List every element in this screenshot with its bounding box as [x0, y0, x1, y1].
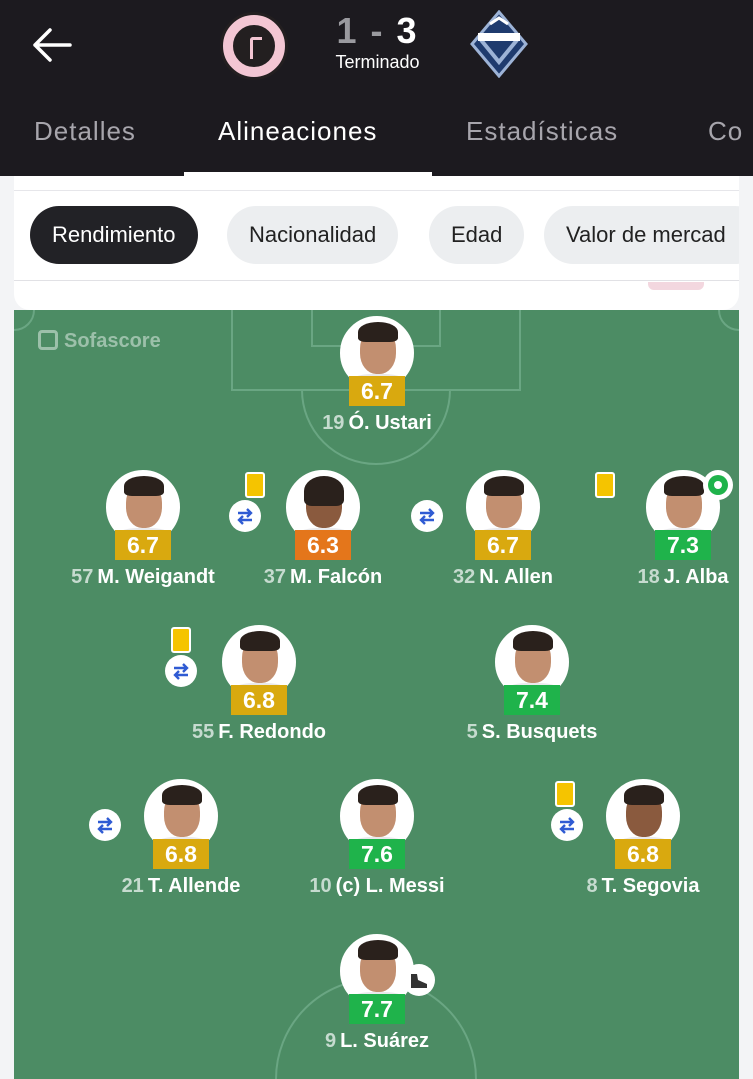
yellow-card-icon — [595, 472, 615, 498]
player-card[interactable]: 6.8 55 F. Redondo — [159, 625, 359, 745]
substitution-icon — [89, 809, 121, 841]
player-name-line: 18 J. Alba — [543, 566, 739, 589]
tab-details[interactable]: Detalles — [34, 116, 136, 147]
player-card[interactable]: 7.6 10 (c) L. Messi — [277, 779, 477, 899]
tab-commentary[interactable]: Co — [708, 116, 743, 147]
goal-icon — [703, 470, 733, 500]
player-card[interactable]: 6.8 8 T. Segovia — [543, 779, 739, 899]
player-number: 18 — [637, 566, 660, 588]
player-number: 8 — [586, 875, 598, 897]
sofascore-logo-icon — [38, 330, 58, 350]
tab-lineups[interactable]: Alineaciones — [218, 116, 377, 147]
away-score: 3 — [396, 10, 419, 51]
filter-card: Rendimiento Nacionalidad Edad Valor de m… — [14, 176, 739, 310]
tab-statistics[interactable]: Estadísticas — [466, 116, 618, 147]
player-name: Ó. Ustari — [348, 412, 432, 434]
player-name: T. Allende — [147, 875, 241, 897]
substitution-icon — [551, 809, 583, 841]
player-rating: 6.7 — [115, 530, 171, 560]
player-name-line: 9 L. Suárez — [237, 1030, 517, 1053]
player-card[interactable]: 7.4 5 S. Busquets — [432, 625, 632, 745]
kit-tab-icon — [648, 282, 704, 290]
match-status: Terminado — [335, 52, 420, 72]
player-name-line: 8 T. Segovia — [503, 875, 739, 898]
match-header: 1 - 3 Terminado Detalles Alineaciones Es… — [0, 0, 753, 176]
back-arrow-icon[interactable] — [30, 26, 72, 64]
substitution-icon — [411, 500, 443, 532]
player-name: (c) L. Messi — [335, 875, 445, 897]
yellow-card-icon — [171, 627, 191, 653]
player-number: 9 — [324, 1030, 337, 1052]
player-name-line: 55 F. Redondo — [119, 721, 399, 744]
player-rating: 7.4 — [504, 685, 560, 715]
player-name: J. Alba — [663, 566, 729, 588]
player-rating: 7.6 — [349, 839, 405, 869]
score-separator: - — [370, 10, 385, 51]
filter-chip-performance[interactable]: Rendimiento — [30, 206, 198, 264]
home-score: 1 — [336, 10, 359, 51]
player-card[interactable]: 6.7 19 Ó. Ustari — [277, 316, 477, 436]
inter-miami-crest-icon[interactable] — [220, 12, 288, 80]
player-number: 5 — [466, 721, 478, 743]
player-number: 19 — [322, 412, 345, 434]
player-number: 21 — [121, 875, 144, 897]
player-name: T. Segovia — [601, 875, 700, 897]
player-rating: 6.8 — [231, 685, 287, 715]
player-name-line: 19 Ó. Ustari — [237, 412, 517, 435]
player-number: 37 — [263, 566, 286, 588]
player-name: N. Allen — [479, 566, 553, 588]
player-rating: 6.3 — [295, 530, 351, 560]
divider — [14, 280, 739, 281]
player-rating: 6.7 — [475, 530, 531, 560]
vancouver-whitecaps-crest-icon[interactable] — [470, 10, 528, 78]
scoreboard: 1 - 3 Terminado — [320, 10, 435, 73]
filter-chip-nationality[interactable]: Nacionalidad — [227, 206, 399, 264]
player-name-line: 10 (c) L. Messi — [237, 875, 517, 898]
player-number: 32 — [453, 566, 476, 588]
substitution-icon — [165, 655, 197, 687]
player-rating: 7.3 — [655, 530, 711, 560]
yellow-card-icon — [245, 472, 265, 498]
player-name: L. Suárez — [340, 1030, 430, 1052]
player-rating: 7.7 — [349, 994, 405, 1024]
player-number: 10 — [309, 875, 332, 897]
filter-chip-age[interactable]: Edad — [429, 206, 525, 264]
filter-chip-market-value[interactable]: Valor de mercad — [544, 206, 739, 264]
player-rating: 6.8 — [615, 839, 671, 869]
sofascore-watermark: Sofascore — [38, 330, 161, 353]
player-number: 55 — [191, 721, 215, 743]
player-card[interactable]: 7.7 9 L. Suárez — [277, 934, 477, 1054]
assist-boot-icon — [403, 964, 435, 996]
player-name: F. Redondo — [218, 721, 326, 743]
player-rating: 6.7 — [349, 376, 405, 406]
yellow-card-icon — [555, 781, 575, 807]
player-card[interactable]: 7.3 18 J. Alba — [583, 470, 739, 590]
player-name: S. Busquets — [481, 721, 598, 743]
substitution-icon — [229, 500, 261, 532]
player-name-line: 5 S. Busquets — [392, 721, 672, 744]
lineup-pitch: Sofascore 6.7 19 Ó. Ustari 6.7 57 M. Weiga… — [14, 310, 739, 1079]
player-rating: 6.8 — [153, 839, 209, 869]
player-number: 57 — [71, 566, 94, 588]
tab-bar: Detalles Alineaciones Estadísticas Co — [0, 100, 753, 176]
